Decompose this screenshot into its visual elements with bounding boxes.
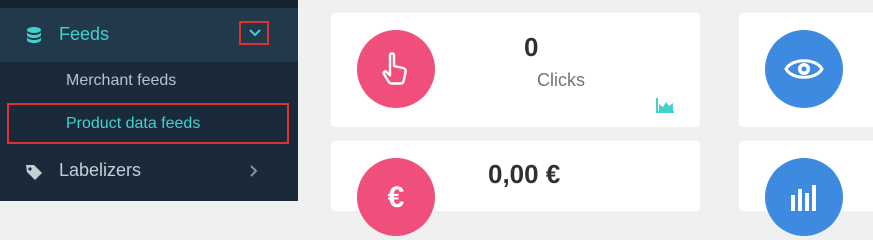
area-chart-icon[interactable]	[655, 97, 675, 118]
sidebar-item-feeds-label: Feeds	[59, 24, 110, 44]
stats-icon-circle	[765, 158, 843, 236]
sidebar-top-strip	[0, 0, 298, 8]
sidebar-item-labelizers[interactable]: Labelizers	[0, 148, 298, 194]
euro-icon: €	[388, 181, 405, 214]
sidebar-item-labelizers-label: Labelizers	[59, 160, 142, 180]
database-icon	[24, 26, 44, 46]
clicks-value: 0	[524, 32, 539, 62]
tag-icon	[24, 163, 44, 181]
svg-text:€: €	[388, 181, 405, 214]
sidebar-item-feeds[interactable]: Feeds	[0, 8, 298, 62]
eye-icon	[784, 59, 824, 79]
cost-icon-circle: €	[357, 158, 435, 236]
chevron-down-icon	[249, 29, 261, 37]
chevron-right-icon	[250, 164, 258, 182]
clicks-label: Clicks	[537, 70, 585, 90]
sidebar: Feeds Merchant feeds Product data feeds …	[0, 0, 298, 201]
views-stat-card	[739, 13, 873, 127]
sidebar-subitem-merchant-feeds[interactable]: Merchant feeds	[66, 72, 176, 90]
bar-chart-icon	[791, 185, 816, 211]
views-icon-circle	[765, 30, 843, 108]
feeds-expand-toggle[interactable]	[239, 21, 269, 45]
sidebar-subitem-product-data-feeds-label: Product data feeds	[66, 115, 201, 132]
clicks-stat-card: 0 Clicks	[331, 13, 700, 127]
clicks-icon-circle	[357, 30, 435, 108]
cost-stat-card: € 0,00 €	[331, 141, 700, 236]
sidebar-subitem-product-data-feeds[interactable]: Product data feeds	[7, 103, 289, 144]
hand-pointer-icon	[382, 52, 407, 85]
cost-value: 0,00 €	[488, 159, 561, 189]
stats-stat-card	[739, 141, 873, 236]
